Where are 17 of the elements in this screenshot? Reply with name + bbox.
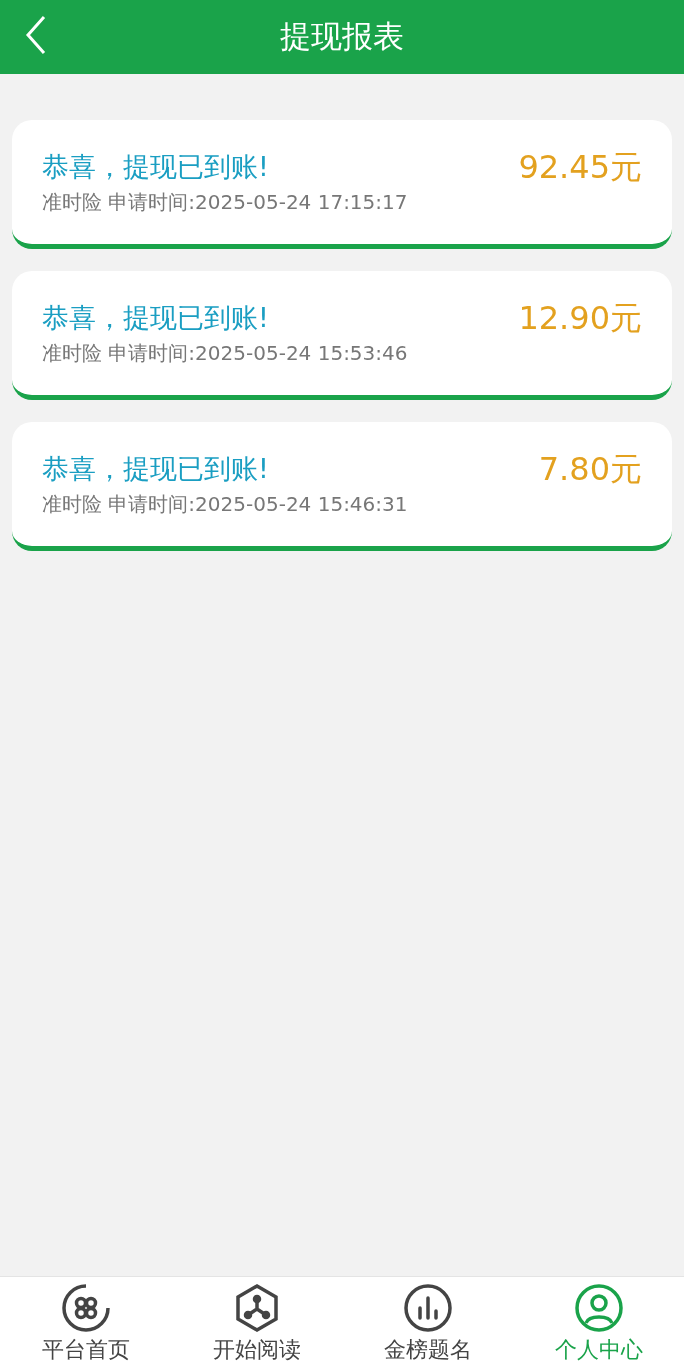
record-amount: 12.90元 bbox=[518, 298, 642, 339]
record-title: 恭喜，提现已到账! bbox=[42, 451, 270, 486]
clover-icon bbox=[60, 1283, 111, 1333]
record-title: 恭喜，提现已到账! bbox=[42, 300, 270, 335]
page-title: 提现报表 bbox=[280, 17, 404, 56]
record-detail: 准时险 申请时间:2025-05-24 15:53:46 bbox=[42, 339, 408, 367]
nav-tab[interactable]: 金榜题名 bbox=[342, 1277, 513, 1365]
record-detail: 准时险 申请时间:2025-05-24 15:46:31 bbox=[42, 490, 408, 518]
bar-chart-icon bbox=[402, 1283, 453, 1333]
nav-tab[interactable]: 平台首页 bbox=[0, 1277, 171, 1365]
record-title: 恭喜，提现已到账! bbox=[42, 149, 270, 184]
nav-tab[interactable]: 开始阅读 bbox=[171, 1277, 342, 1365]
record-detail: 准时险 申请时间:2025-05-24 17:15:17 bbox=[42, 188, 408, 216]
user-icon bbox=[573, 1283, 624, 1333]
record-amount: 92.45元 bbox=[518, 147, 642, 188]
back-icon bbox=[25, 15, 47, 55]
record-amount: 7.80元 bbox=[538, 449, 642, 490]
